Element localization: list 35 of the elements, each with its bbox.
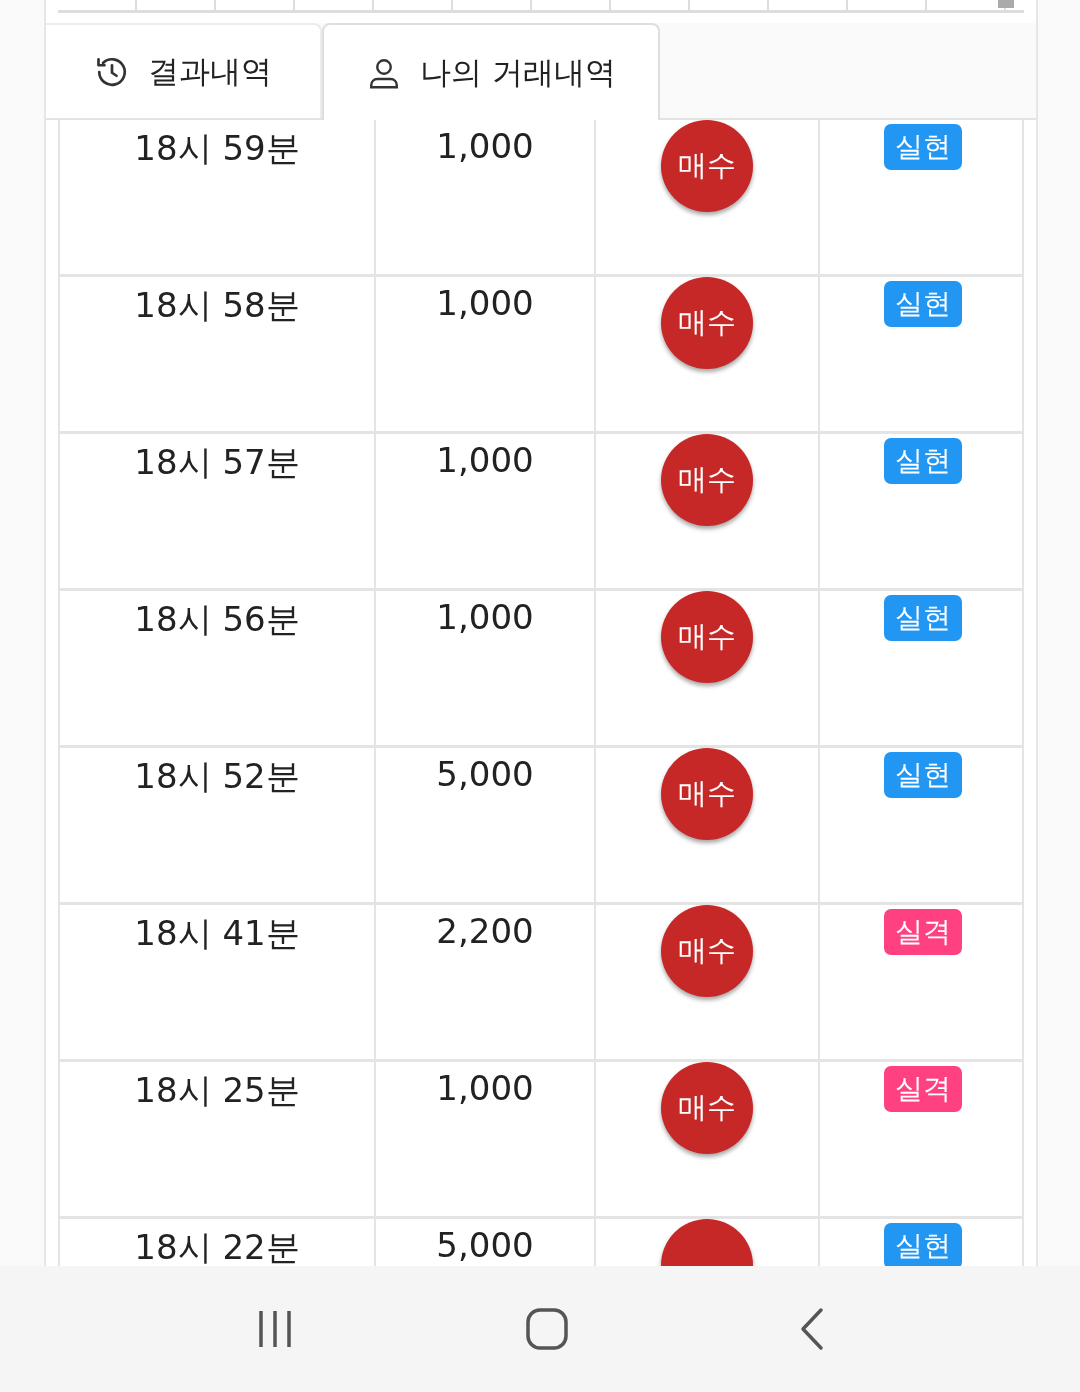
- amount-text: 2,200: [436, 911, 534, 951]
- buy-badge: 매수: [661, 434, 753, 526]
- result-badge: 실격: [884, 909, 962, 955]
- result-badge: 실현: [884, 1223, 962, 1269]
- result-badge: 실현: [884, 124, 962, 170]
- buy-badge: 매수: [661, 591, 753, 683]
- result-badge: 실현: [884, 281, 962, 327]
- amount-text: 1,000: [436, 440, 534, 480]
- amount-text: 1,000: [436, 1068, 534, 1108]
- tab[interactable]: 결과내역: [46, 23, 322, 118]
- time-text: 18시 22분: [134, 1226, 300, 1269]
- time-text: 18시 58분: [134, 284, 300, 327]
- buy-badge: 매수: [661, 120, 753, 212]
- time-text: 18시 25분: [134, 1069, 300, 1112]
- time-text: 18시 56분: [134, 598, 300, 641]
- buy-badge: 매수: [661, 748, 753, 840]
- tab[interactable]: 나의 거래내역: [322, 23, 660, 120]
- time-text: 18시 52분: [134, 755, 300, 798]
- amount-text: 1,000: [436, 126, 534, 166]
- result-badge: 실현: [884, 752, 962, 798]
- buy-badge: 매수: [661, 277, 753, 369]
- result-badge: 실현: [884, 438, 962, 484]
- amount-text: 5,000: [436, 754, 534, 794]
- result-badge: 실현: [884, 595, 962, 641]
- home-icon[interactable]: [525, 1307, 569, 1351]
- amount-text: 1,000: [436, 597, 534, 637]
- result-badge: 실격: [884, 1066, 962, 1112]
- amount-text: 1,000: [436, 283, 534, 323]
- amount-text: 5,000: [436, 1225, 534, 1265]
- back-icon[interactable]: [799, 1307, 825, 1351]
- buy-badge: 매수: [661, 1062, 753, 1154]
- buy-badge: 매수: [661, 905, 753, 997]
- time-text: 18시 41분: [134, 912, 300, 955]
- time-text: 18시 59분: [134, 127, 300, 170]
- time-text: 18시 57분: [134, 441, 300, 484]
